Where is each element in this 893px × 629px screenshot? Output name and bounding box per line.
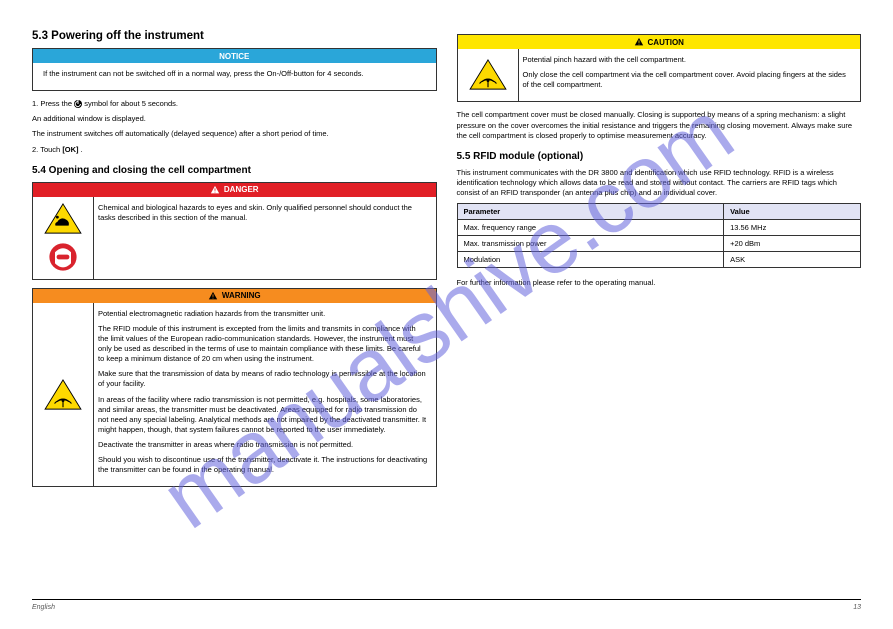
- s2c: .: [81, 145, 83, 154]
- step-text-a: 1. Press the: [32, 99, 74, 108]
- warning-p5: Deactivate the transmitter in areas wher…: [98, 440, 428, 450]
- page-footer: English 13: [32, 599, 861, 611]
- warning-banner-label: WARNING: [222, 291, 261, 300]
- para-rfid-desc: This instrument communicates with the DR…: [457, 168, 862, 198]
- step-text-b: symbol for about 5 seconds.: [84, 99, 178, 108]
- td: Max. frequency range: [457, 220, 724, 236]
- td: +20 dBm: [724, 236, 861, 252]
- warning-triangle-icon: [210, 185, 220, 195]
- step-text-2: 2. Touch [OK] .: [32, 145, 437, 155]
- table-row: Max. transmission power +20 dBm: [457, 236, 861, 252]
- para-further-info: For further information please refer to …: [457, 278, 862, 288]
- rfid-spec-table: Parameter Value Max. frequency range 13.…: [457, 203, 862, 268]
- warning-box: WARNING Potential electromagnetic radiat…: [32, 288, 437, 488]
- th-parameter: Parameter: [457, 204, 724, 220]
- table-row: Max. frequency range 13.56 MHz: [457, 220, 861, 236]
- caution-p1: Potential pinch hazard with the cell com…: [523, 55, 853, 65]
- notice-banner: NOTICE: [33, 49, 436, 63]
- rf-hazard-icon: [44, 379, 82, 411]
- warning-banner: WARNING: [33, 289, 436, 303]
- caution-banner: CAUTION: [458, 35, 861, 49]
- chemical-hazard-icon: [44, 203, 82, 235]
- danger-text: Chemical and biological hazards to eyes …: [98, 203, 428, 223]
- warning-p2: The RFID module of this instrument is ex…: [98, 324, 428, 365]
- section-title-rfid: 5.5 RFID module (optional): [457, 151, 862, 162]
- warning-p1: Potential electromagnetic radiation haza…: [98, 309, 428, 319]
- table-row: Modulation ASK: [457, 252, 861, 268]
- td: ASK: [724, 252, 861, 268]
- para-cell-cover: The cell compartment cover must be close…: [457, 110, 862, 140]
- s2b: [OK]: [62, 145, 78, 154]
- caution-banner-label: CAUTION: [648, 38, 684, 47]
- rf-hazard-icon: [469, 59, 507, 91]
- section-title-cell: 5.4 Opening and closing the cell compart…: [32, 165, 437, 176]
- caution-p2: Only close the cell compartment via the …: [523, 70, 853, 90]
- danger-box: DANGER Chemical and biologi: [32, 182, 437, 280]
- td: Modulation: [457, 252, 724, 268]
- danger-banner-label: DANGER: [224, 185, 259, 194]
- info-text: An additional window is displayed.: [32, 114, 437, 124]
- info-text-2: The instrument switches off automaticall…: [32, 129, 437, 139]
- s2a: 2. Touch: [32, 145, 62, 154]
- warning-p3: Make sure that the transmission of data …: [98, 369, 428, 389]
- footer-left: English: [32, 604, 55, 611]
- step-text: 1. Press the symbol for about 5 seconds.: [32, 99, 437, 109]
- section-title-poweroff: 5.3 Powering off the instrument: [32, 30, 437, 42]
- notice-text-1: If the instrument can not be switched of…: [43, 69, 428, 79]
- td: 13.56 MHz: [724, 220, 861, 236]
- footer-right: 13: [853, 604, 861, 611]
- table-row: Parameter Value: [457, 204, 861, 220]
- ppe-face-icon: [46, 241, 80, 273]
- power-icon: [74, 100, 82, 108]
- warning-p6: Should you wish to discontinue use of th…: [98, 455, 428, 475]
- notice-box: NOTICE If the instrument can not be swit…: [32, 48, 437, 91]
- warning-triangle-icon: [208, 291, 218, 301]
- caution-box: CAUTION Potential pinch hazard with the …: [457, 34, 862, 102]
- warning-p4: In areas of the facility where radio tra…: [98, 395, 428, 436]
- danger-banner: DANGER: [33, 183, 436, 197]
- th-value: Value: [724, 204, 861, 220]
- warning-triangle-icon: [634, 37, 644, 47]
- td: Max. transmission power: [457, 236, 724, 252]
- notice-banner-label: NOTICE: [219, 52, 249, 61]
